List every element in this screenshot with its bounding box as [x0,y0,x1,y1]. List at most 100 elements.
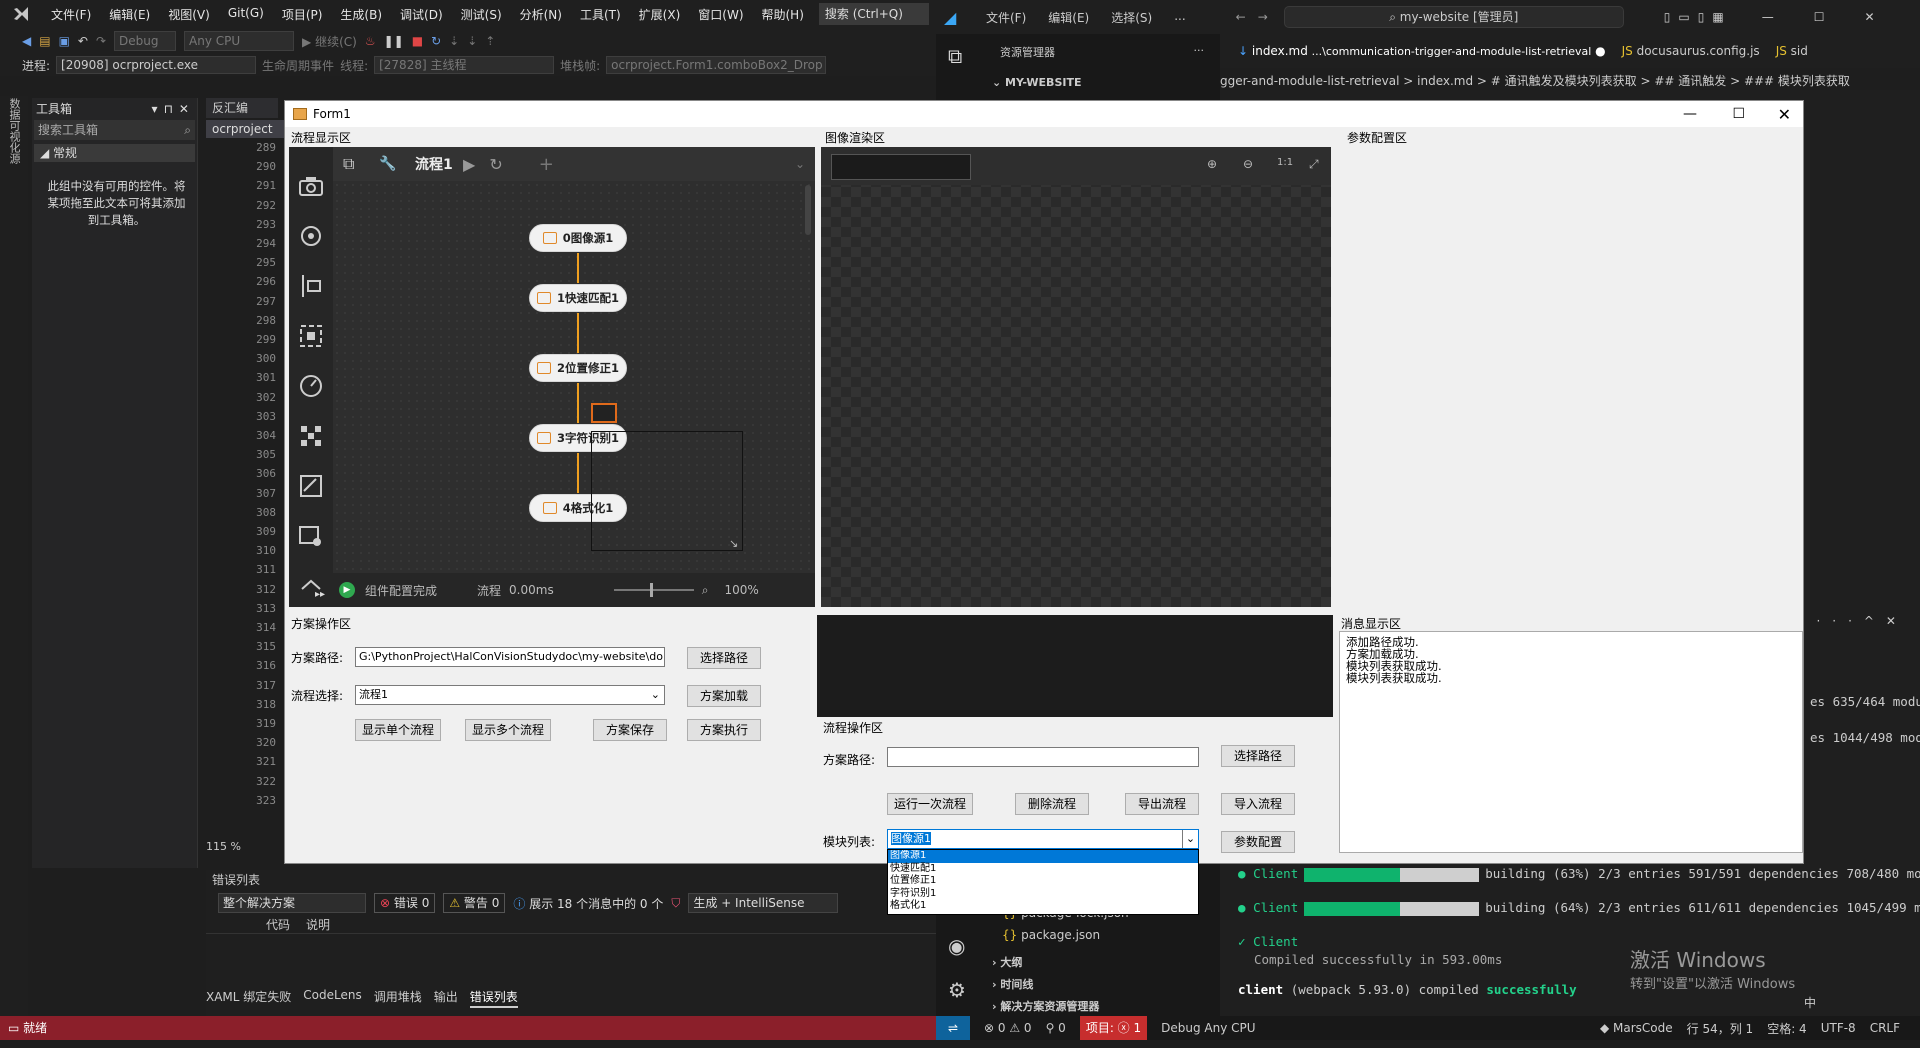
module-option[interactable]: 快速匹配1 [888,863,1198,876]
continue-button[interactable]: ▶ 继续(C) [302,33,357,50]
encoding-status[interactable]: UTF-8 [1821,1021,1856,1035]
image-render-panel[interactable]: ⊕ ⊖ 1:1 ⤢ [821,147,1331,607]
gauge-tool-icon[interactable] [289,369,333,403]
pause-icon[interactable]: ❚❚ [384,34,404,48]
flow-node-0[interactable]: 0图像源1 [529,224,627,252]
vs-menu-item[interactable]: 分析(N) [511,6,571,23]
vscode-command-center[interactable]: ⌕ my-website [管理员] [1283,6,1624,28]
restart-icon[interactable]: ↻ [431,34,441,48]
errors-filter-button[interactable]: ⊗ 错误 0 [374,893,436,913]
module-option[interactable]: 图像源1 [888,850,1198,863]
stackframe-select[interactable]: ocrproject.Form1.comboBox2_Drop [606,56,827,74]
undo-icon[interactable]: ↶ [78,34,88,48]
save-scheme-button[interactable]: 方案保存 [593,719,667,741]
nav-back-icon[interactable]: ← [1236,10,1246,24]
vs-menu-item[interactable]: Git(G) [219,6,273,23]
maximize-icon[interactable]: ☐ [1814,10,1825,24]
vs-menu-item[interactable]: 项目(P) [273,6,332,23]
warnings-filter-button[interactable]: ⚠ 警告 0 [443,893,506,913]
indent-status[interactable]: 空格: 4 [1767,1020,1807,1037]
cursor-position[interactable]: 行 54，列 1 [1687,1020,1754,1037]
layout-icons[interactable]: ▯▭▯▦ [1664,10,1732,24]
error-scope-select[interactable]: 整个解决方案 [218,893,366,913]
show-single-flow-button[interactable]: 显示单个流程 [355,719,441,741]
hot-reload-icon[interactable]: ♨ [365,34,376,48]
resize-corner-icon[interactable]: ↘ [729,537,738,550]
module-option[interactable]: 字符识别1 [888,888,1198,901]
vscode-menu-item[interactable]: ... [1164,9,1195,26]
module-list-combo[interactable]: 图像源1 ⌄ [887,829,1199,849]
ports-status[interactable]: ⚲ 0 [1046,1021,1066,1035]
fit-window-icon[interactable]: ⤢ [1309,157,1319,172]
tab-docusaurus-config[interactable]: JS docusaurus.config.js [1622,44,1760,58]
image-source-select[interactable] [831,154,971,180]
flow-node-1[interactable]: 1快速匹配1 [529,284,627,312]
image-settings-tool-icon[interactable] [289,519,333,553]
lifecycle-events[interactable]: 生命周期事件 [262,57,334,74]
minimap-handle[interactable] [591,403,617,423]
accounts-icon[interactable]: ◉ [948,934,965,958]
zoom-out-icon[interactable]: ⊖ [1243,157,1253,171]
vs-menu-item[interactable]: 窗口(W) [689,6,752,23]
import-flow-button[interactable]: 导入流程 [1221,793,1295,815]
export-flow-button[interactable]: 导出流程 [1125,793,1199,815]
flow-run-icon[interactable]: ▶ [463,155,475,174]
tab-sid[interactable]: JS sid [1776,44,1808,58]
process-select[interactable]: [20908] ocrproject.exe [56,56,257,74]
back-icon[interactable]: ◀ [22,34,31,48]
doc-tab-file[interactable]: ocrproject [206,120,286,138]
vscode-menu-item[interactable]: 编辑(E) [1038,9,1099,26]
thread-select[interactable]: [27828] 主线程 [374,56,555,74]
delete-flow-button[interactable]: 删除流程 [1015,793,1089,815]
vs-menu-item[interactable]: 视图(V) [159,6,219,23]
debug-config-status[interactable]: Debug Any CPU [1161,1021,1255,1035]
show-multi-flow-button[interactable]: 显示多个流程 [465,719,551,741]
remote-button[interactable]: ⇌ [936,1016,970,1040]
vs-menu-item[interactable]: 文件(F) [42,6,100,23]
vs-search-box[interactable]: 搜索 (Ctrl+Q) [818,3,929,25]
param-config-button[interactable]: 参数配置 [1221,831,1295,853]
new-file-icon[interactable]: ▤ [39,34,50,48]
form-maximize-icon[interactable]: ☐ [1732,106,1745,122]
step-out-icon[interactable]: ⇡ [485,34,495,48]
flow-hierarchy-icon[interactable]: ⧉ [343,154,371,174]
camera-tool-icon[interactable] [289,169,333,203]
filter-icon[interactable]: ⛉ [671,896,680,911]
calc-tool-icon[interactable] [289,469,333,503]
project-root[interactable]: ⌄ MY-WEBSITE [984,60,1220,89]
messages-filter-button[interactable]: ⓘ 展示 18 个消息中的 0 个 [513,895,663,912]
sidebar-section[interactable]: › 大纲 [992,954,1099,976]
bottom-tab[interactable]: 错误列表 [469,988,518,1008]
vscode-menu-item[interactable]: 文件(F) [976,9,1036,26]
sidebar-section[interactable]: › 时间线 [992,976,1099,998]
save-icon[interactable]: ▣ [59,34,70,48]
tab-index-md[interactable]: ↓ index.md ...\communication-trigger-and… [1238,44,1606,58]
more-actions-icon[interactable]: ··· [1194,44,1205,60]
scheme-select-path-button[interactable]: 选择路径 [687,647,761,669]
minimap-viewport[interactable] [591,431,743,551]
config-select[interactable]: Debug [114,31,177,51]
bottom-tab[interactable]: 调用堆栈 [374,988,422,1008]
module-option[interactable]: 位置修正1 [888,875,1198,888]
load-scheme-button[interactable]: 方案加载 [687,685,761,707]
flow-loop-run-icon[interactable]: ↻ [489,155,502,174]
target-tool-icon[interactable] [289,219,333,253]
file-item[interactable]: {} package.json [1002,928,1129,950]
vs-menu-item[interactable]: 生成(B) [331,6,391,23]
step-into-icon[interactable]: ⇣ [449,34,459,48]
run-once-button[interactable]: 运行一次流程 [887,793,973,815]
chevron-down-icon[interactable]: ⌄ [1182,830,1198,848]
form-close-icon[interactable]: ✕ [1778,105,1791,124]
flow-vscroll[interactable] [805,185,811,235]
bottom-tab[interactable]: 输出 [434,988,458,1008]
message-display-box[interactable]: 添加路径成功. 方案加载成功. 模块列表获取成功. 模块列表获取成功. [1339,631,1803,853]
flow-tab-dropdown-icon[interactable]: ⌄ [795,157,805,171]
build-filter-select[interactable]: 生成 + IntelliSense [688,893,839,913]
zoom-slider[interactable] [613,583,694,597]
stop-icon[interactable]: ■ [412,34,423,48]
vs-menu-item[interactable]: 调试(D) [391,6,452,23]
zoom-search-icon[interactable]: ⌕ [702,583,709,598]
toolbox-group-general[interactable]: ◢ 常规 [34,144,195,162]
measure-tool-icon[interactable] [289,269,333,303]
toolbox-search[interactable]: 搜索工具箱 ⌕ [34,120,195,140]
